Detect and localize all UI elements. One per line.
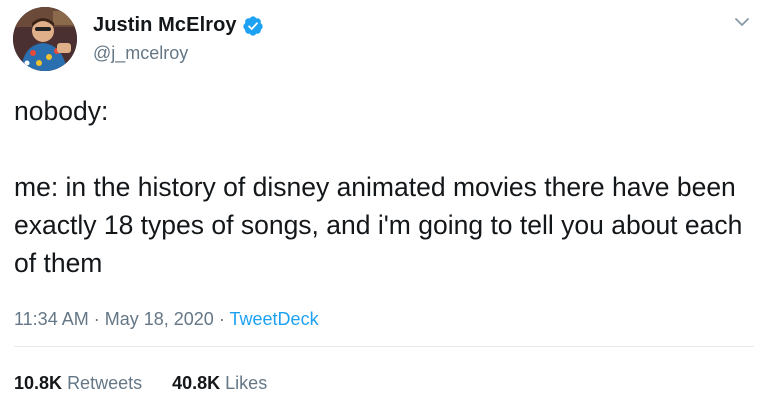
author-name-row: Justin McElroy <box>93 14 264 37</box>
divider <box>14 346 754 347</box>
retweets-label: Retweets <box>67 373 143 393</box>
tweet-stats: 10.8K Retweets 40.8K Likes <box>14 373 267 394</box>
tweet-meta: 11:34 AM · May 18, 2020 · TweetDeck <box>14 309 319 330</box>
tweet-text: nobody: me: in the history of disney ani… <box>14 96 743 278</box>
avatar[interactable] <box>13 7 77 71</box>
tweet-date[interactable]: May 18, 2020 <box>105 309 214 329</box>
meta-separator: · <box>218 309 225 329</box>
avatar-image <box>13 7 77 71</box>
author-display-name[interactable]: Justin McElroy <box>93 14 237 37</box>
retweets-count: 10.8K <box>14 373 63 393</box>
meta-separator: · <box>93 309 100 329</box>
likes-stat[interactable]: 40.8K Likes <box>172 373 267 394</box>
likes-label: Likes <box>225 373 268 393</box>
tweet-card: Justin McElroy @j_mcelroy nobody: me: in… <box>0 0 768 402</box>
likes-count: 40.8K <box>172 373 221 393</box>
tweet-source-link[interactable]: TweetDeck <box>230 309 319 329</box>
retweets-stat[interactable]: 10.8K Retweets <box>14 373 142 394</box>
chevron-down-icon[interactable] <box>732 12 752 32</box>
tweet-time[interactable]: 11:34 AM <box>14 309 89 329</box>
verified-badge-icon <box>242 15 264 37</box>
author-handle[interactable]: @j_mcelroy <box>93 43 188 64</box>
